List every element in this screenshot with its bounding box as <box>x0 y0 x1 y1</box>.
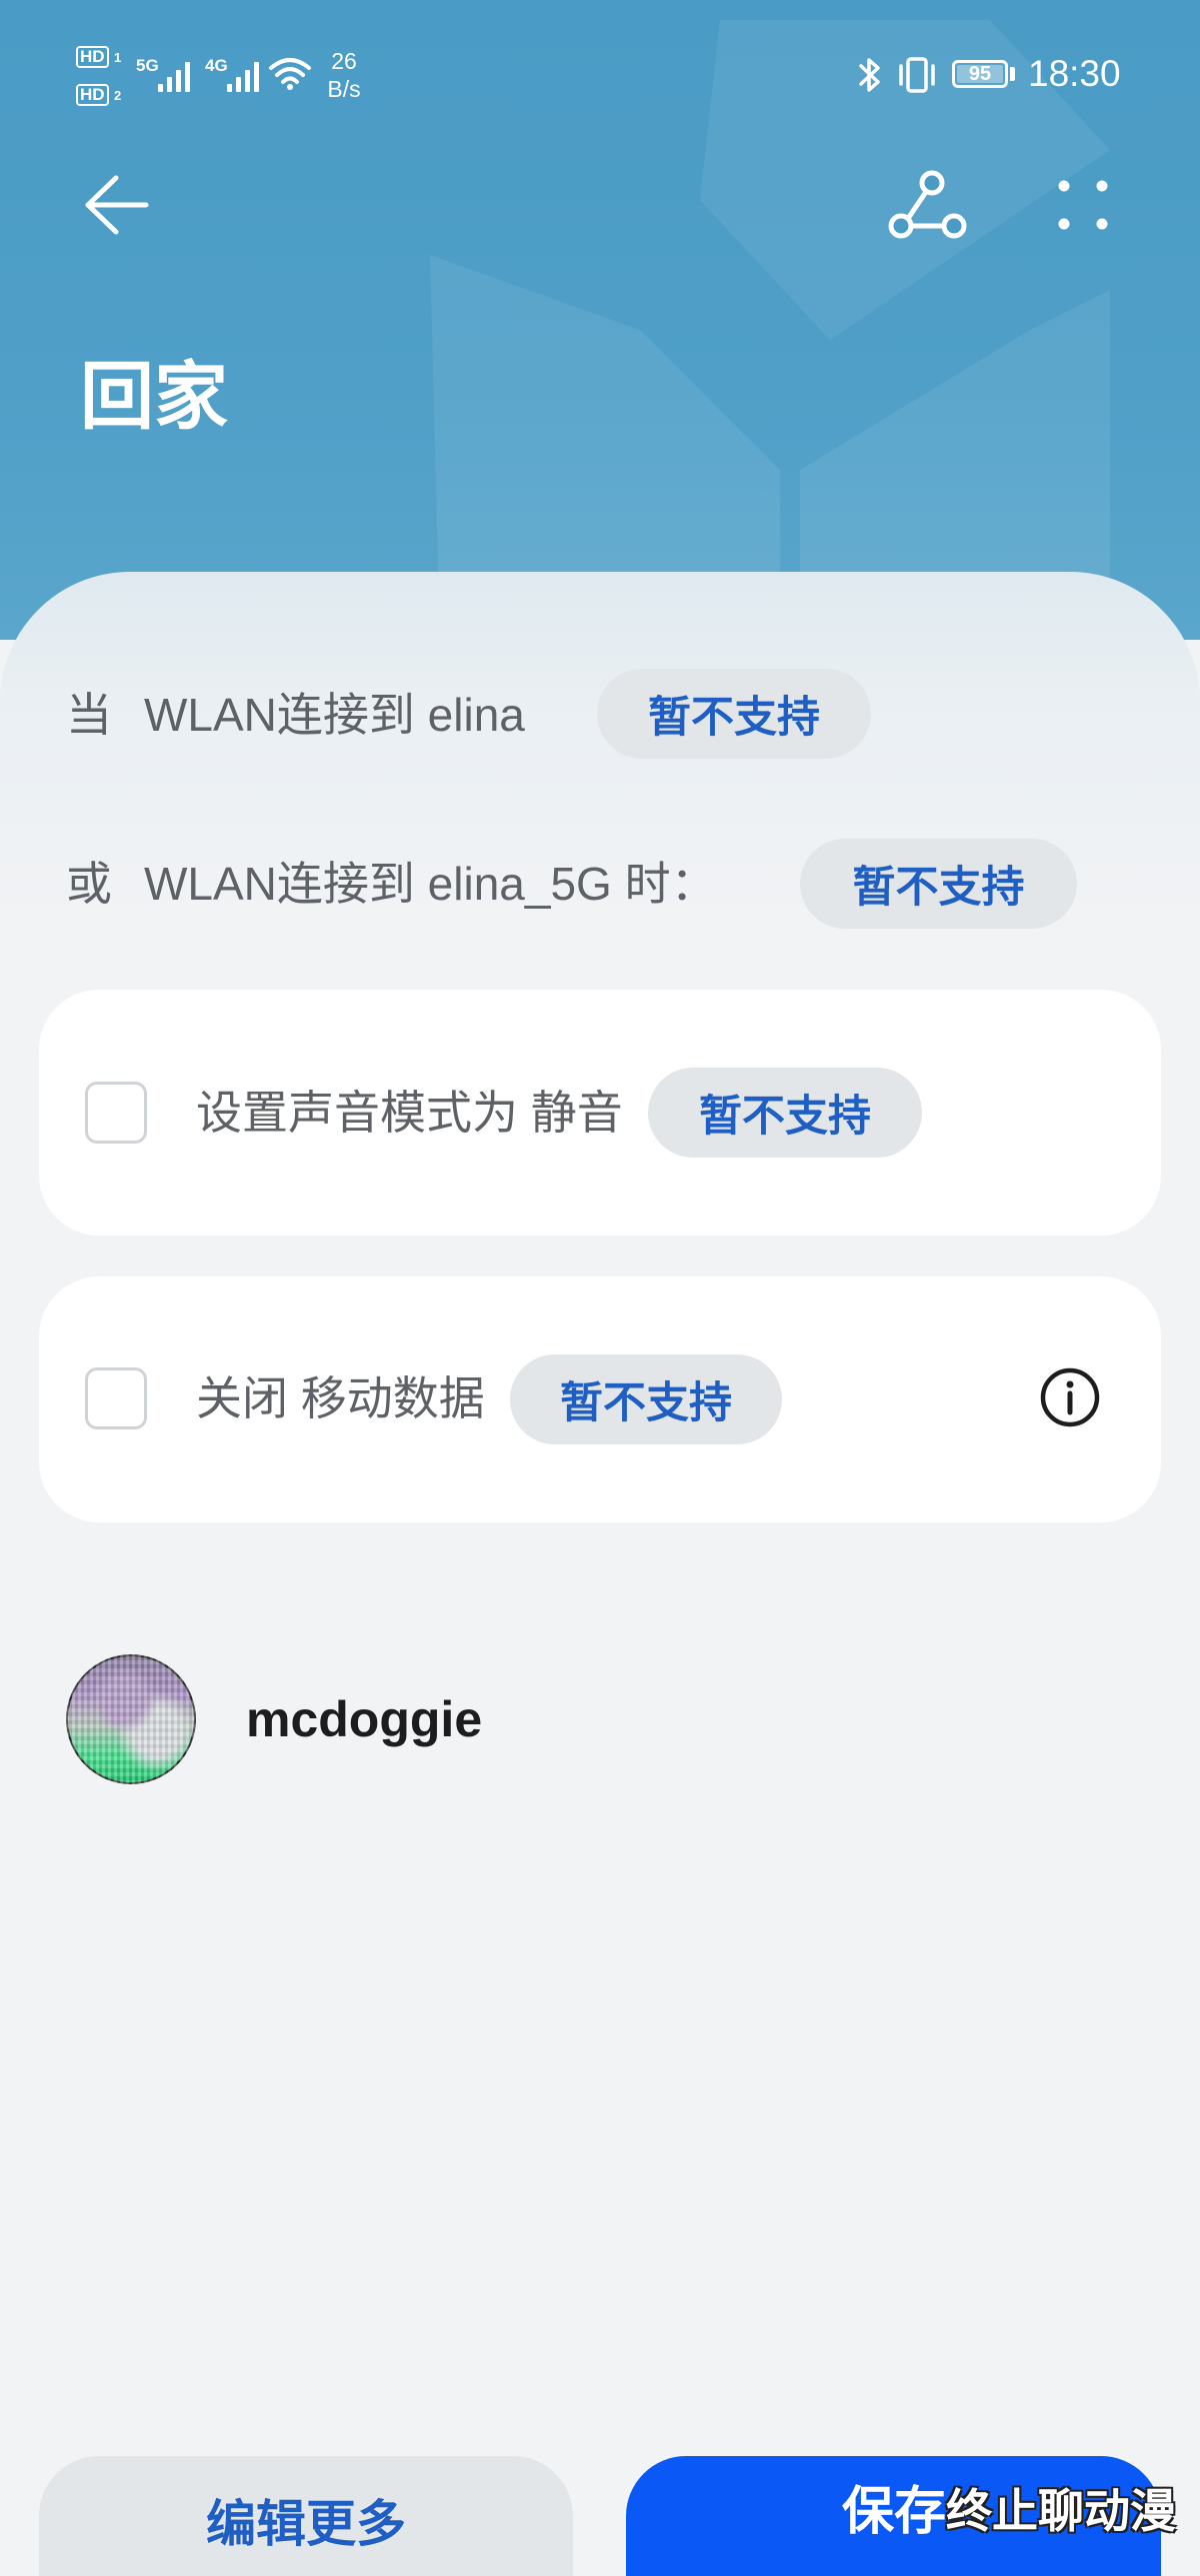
condition-2-text: WLAN连接到 elina_5G 时： <box>144 858 717 910</box>
bluetooth-icon <box>859 58 880 92</box>
sim2-label: 2 <box>114 88 122 103</box>
battery-level: 95 <box>968 63 992 85</box>
share-nodes-icon[interactable] <box>886 168 968 242</box>
battery-nub <box>1010 67 1015 81</box>
network-type-2: 4G <box>205 56 228 75</box>
wifi-icon <box>269 58 311 90</box>
sound-mode-unsupported-badge[interactable]: 暂不支持 <box>648 1068 922 1158</box>
speed-unit: B/s <box>327 76 361 102</box>
speed-value: 26 <box>331 48 357 74</box>
mobile-data-label: 关闭 移动数据 <box>196 1372 485 1424</box>
condition-1-text: WLAN连接到 elina <box>144 689 525 741</box>
back-arrow-icon[interactable] <box>82 172 152 238</box>
header: HD 1 HD 2 5G 4G 26 B/s 95 18:30 回家 <box>0 0 1200 640</box>
battery-icon: 95 <box>952 60 1008 88</box>
condition-2-unsupported-badge[interactable]: 暂不支持 <box>800 839 1077 929</box>
condition-2-prefix: 或 <box>66 858 112 910</box>
signal-2-icon <box>227 58 259 92</box>
clock: 18:30 <box>1028 53 1121 94</box>
hd2-indicator: HD <box>76 84 109 106</box>
info-icon[interactable] <box>1038 1365 1102 1429</box>
condition-1-prefix: 当 <box>66 689 112 741</box>
sim1-label: 1 <box>114 50 122 65</box>
mobile-data-unsupported-badge[interactable]: 暂不支持 <box>510 1354 782 1444</box>
user-name: mcdoggie <box>246 1691 483 1747</box>
hd1-indicator: HD <box>76 46 109 68</box>
vibrate-icon <box>899 57 935 93</box>
header-decoration <box>430 20 1110 640</box>
edit-more-button[interactable]: 编辑更多 <box>39 2456 573 2576</box>
watermark: 终止聊动漫 <box>946 2485 1176 2537</box>
more-dots-icon[interactable] <box>1054 176 1112 234</box>
avatar[interactable] <box>66 1654 196 1784</box>
sound-mode-checkbox[interactable] <box>85 1082 147 1144</box>
page-title: 回家 <box>80 355 228 438</box>
save-button-label: 保存 <box>842 2483 947 2541</box>
mobile-data-checkbox[interactable] <box>85 1367 147 1429</box>
sound-mode-label: 设置声音模式为 静音 <box>196 1087 623 1139</box>
network-type-1: 5G <box>136 56 159 75</box>
condition-1-unsupported-badge[interactable]: 暂不支持 <box>597 669 871 759</box>
signal-1-icon <box>158 58 190 92</box>
